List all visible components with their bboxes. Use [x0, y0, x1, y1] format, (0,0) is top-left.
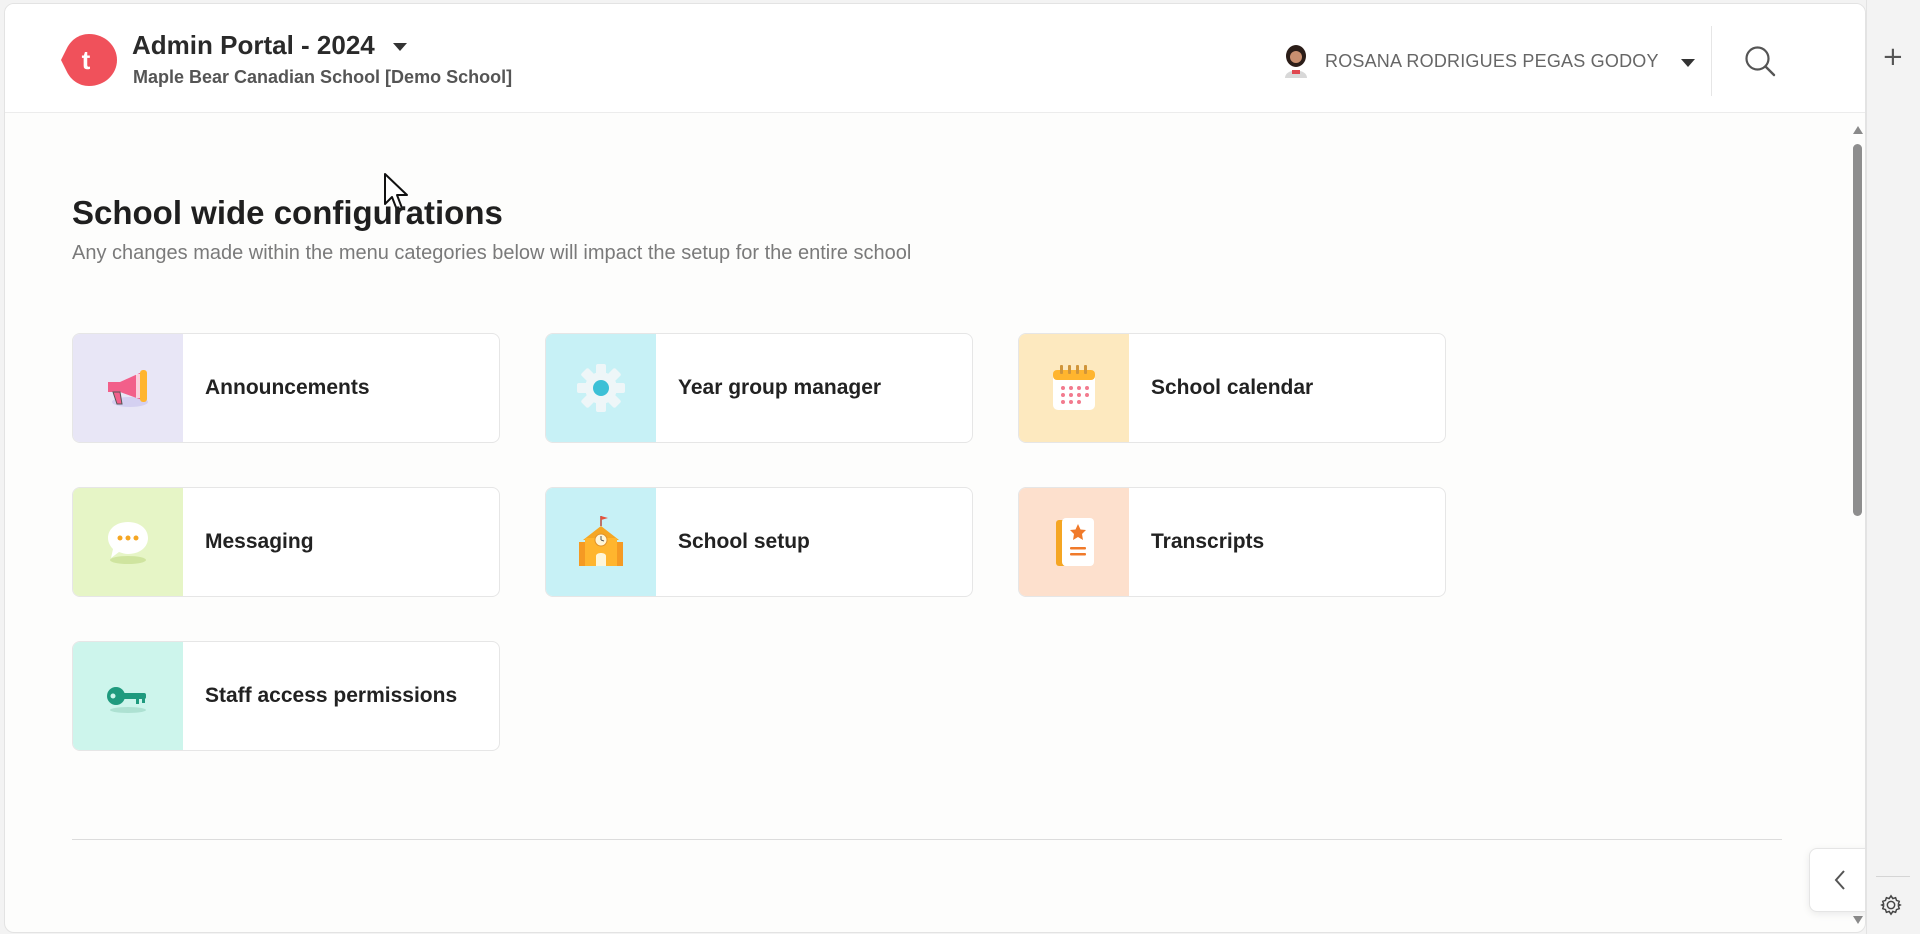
- scroll-up-arrow[interactable]: [1853, 126, 1863, 134]
- header-divider: [1711, 26, 1712, 96]
- year-group-manager-card[interactable]: Year group manager: [545, 333, 973, 443]
- card-label: Year group manager: [678, 376, 882, 399]
- user-menu[interactable]: ROSANA RODRIGUES PEGAS GODOY: [1281, 44, 1695, 78]
- school-building-icon: [579, 516, 623, 566]
- megaphone-icon: [108, 370, 148, 407]
- user-name: ROSANA RODRIGUES PEGAS GODOY: [1325, 50, 1659, 71]
- card-label: Messaging: [205, 530, 314, 553]
- school-building-tile: [546, 488, 656, 596]
- brand-logo[interactable]: t: [61, 32, 117, 88]
- transcript-tile: [1019, 488, 1129, 596]
- rail-divider: [1876, 876, 1910, 877]
- scroll-down-arrow[interactable]: [1853, 916, 1863, 924]
- chevron-left-icon: [1834, 870, 1845, 890]
- school-calendar-card[interactable]: School calendar: [1018, 333, 1446, 443]
- add-icon[interactable]: +: [1882, 42, 1904, 72]
- gear-tile: [546, 334, 656, 442]
- chat-bubble-icon: [108, 522, 148, 564]
- gear-icon: [577, 364, 625, 412]
- card-label: School setup: [678, 530, 810, 553]
- browser-side-rail: [1866, 0, 1920, 934]
- search-button[interactable]: [1743, 44, 1777, 78]
- transcripts-card[interactable]: Transcripts: [1018, 487, 1446, 597]
- chat-bubble-tile: [73, 488, 183, 596]
- scrollbar-thumb[interactable]: [1853, 144, 1862, 516]
- top-bar: t Admin Portal - 2024 Maple Bear Canadia…: [5, 4, 1865, 113]
- search-icon: [1745, 46, 1776, 77]
- card-label: Announcements: [205, 376, 370, 399]
- transcript-book-icon: [1056, 518, 1094, 566]
- portal-switcher[interactable]: Admin Portal - 2024: [132, 30, 407, 61]
- section-divider: [72, 839, 1782, 840]
- card-label: Transcripts: [1151, 530, 1265, 553]
- school-name: Maple Bear Canadian School [Demo School]: [133, 67, 513, 87]
- calendar-tile: [1019, 334, 1129, 442]
- key-icon: [107, 687, 146, 713]
- collapse-panel-button[interactable]: [1809, 848, 1865, 912]
- avatar: [1285, 45, 1307, 78]
- chevron-down-icon: [1680, 58, 1695, 67]
- staff-access-permissions-card[interactable]: Staff access permissions: [72, 641, 500, 751]
- messaging-card[interactable]: Messaging: [72, 487, 500, 597]
- key-tile: [73, 642, 183, 750]
- logo-letter: t: [82, 45, 91, 75]
- card-label: Staff access permissions: [205, 684, 458, 707]
- page-subtitle: Any changes made within the menu categor…: [72, 242, 912, 264]
- megaphone-tile: [73, 334, 183, 442]
- chevron-down-icon: [392, 43, 407, 51]
- school-setup-card[interactable]: School setup: [545, 487, 973, 597]
- calendar-icon: [1053, 365, 1095, 410]
- page-title: School wide configurations: [72, 194, 503, 231]
- portal-title: Admin Portal - 2024: [132, 30, 375, 60]
- settings-gear-icon[interactable]: [1880, 894, 1902, 916]
- card-label: School calendar: [1151, 376, 1314, 399]
- app-window: t Admin Portal - 2024 Maple Bear Canadia…: [4, 3, 1866, 933]
- announcements-card[interactable]: Announcements: [72, 333, 500, 443]
